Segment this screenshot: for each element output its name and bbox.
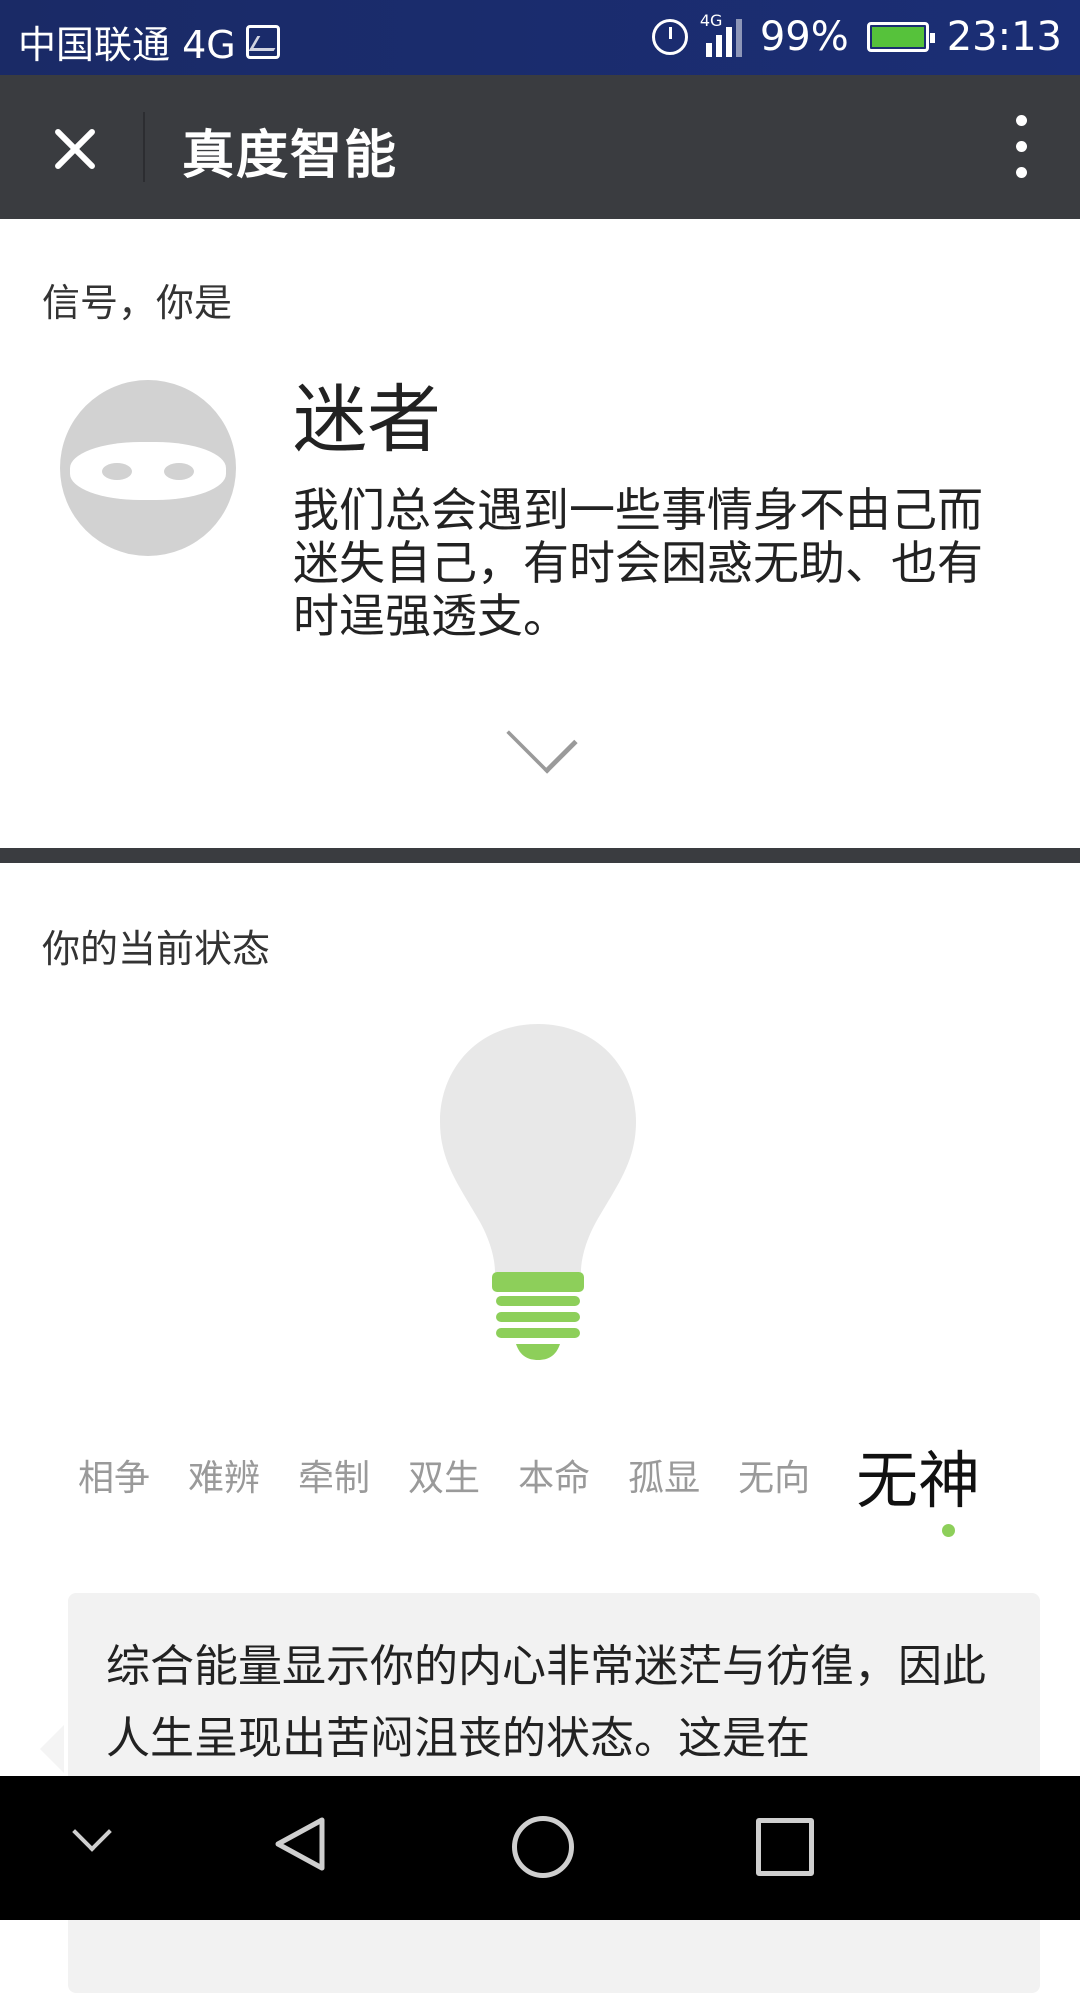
state-option-active[interactable]: 无神 xyxy=(856,1430,980,1520)
signal-icon: 4G xyxy=(700,11,742,57)
system-nav-bar xyxy=(0,1776,1080,1920)
network-badge: 4G xyxy=(699,11,723,30)
battery-icon xyxy=(866,22,935,52)
page-title: 真度智能 xyxy=(182,126,399,186)
identity-description: 我们总会遇到一些事情身不由己而迷失自己，有时会困惑无助、也有时逞强透支。 xyxy=(293,483,983,643)
section-divider xyxy=(0,848,1080,863)
identity-type: 迷者 xyxy=(293,377,441,463)
home-circle-icon[interactable] xyxy=(512,1816,574,1878)
alarm-icon xyxy=(651,19,688,55)
status-left: 中国联通 4G xyxy=(18,14,280,69)
image-notification-icon xyxy=(245,24,280,59)
status-right: 4G 99% 23:13 xyxy=(651,11,1062,60)
state-option[interactable]: 牵制 xyxy=(298,1449,370,1501)
state-option[interactable]: 无向 xyxy=(738,1449,810,1501)
state-selector: 相争 难辨 牵制 双生 本命 孤显 无向 无神 xyxy=(78,1430,1038,1520)
chevron-down-icon[interactable] xyxy=(506,702,578,774)
chevron-down-icon[interactable] xyxy=(72,1812,112,1852)
left-arrow-icon[interactable] xyxy=(40,1725,64,1773)
clock: 23:13 xyxy=(946,14,1062,60)
state-option[interactable]: 本命 xyxy=(518,1449,590,1501)
identity-label: 信号，你是 xyxy=(42,281,233,325)
state-description: 综合能量显示你的内心非常迷茫与彷徨，因此人生呈现出苦闷沮丧的状态。这是在 xyxy=(106,1641,986,1764)
battery-percent: 99% xyxy=(759,14,849,60)
state-option[interactable]: 双生 xyxy=(408,1449,480,1501)
recent-square-icon[interactable] xyxy=(756,1818,814,1876)
app-bar-divider xyxy=(143,112,145,182)
state-option[interactable]: 相争 xyxy=(78,1449,150,1501)
mask-avatar-icon xyxy=(60,380,236,556)
app-bar: 真度智能 xyxy=(0,75,1080,219)
carrier-text: 中国联通 4G xyxy=(18,23,236,67)
back-triangle-icon[interactable] xyxy=(272,1816,328,1872)
state-option[interactable]: 孤显 xyxy=(628,1449,700,1501)
active-state-indicator xyxy=(942,1524,955,1537)
state-option[interactable]: 难辨 xyxy=(188,1449,260,1501)
status-bar: 中国联通 4G 4G 99% 23:13 xyxy=(0,0,1080,75)
close-icon[interactable] xyxy=(40,113,110,183)
light-bulb-icon xyxy=(440,1024,636,1360)
current-state-label: 你的当前状态 xyxy=(42,927,271,971)
more-vertical-icon[interactable] xyxy=(1000,115,1040,179)
